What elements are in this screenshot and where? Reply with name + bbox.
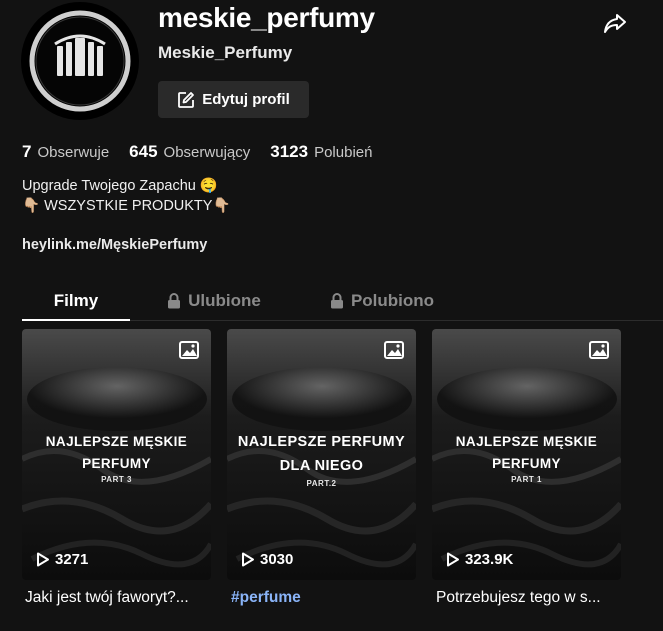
photo-icon: [179, 341, 199, 359]
video-part: PART.2: [306, 479, 337, 488]
video-title-line: PERFUMY: [492, 456, 561, 471]
stat-label: Polubień: [314, 144, 373, 161]
video-title-line: NAJLEPSZE PERFUMY: [237, 434, 406, 450]
edit-icon: [178, 91, 195, 108]
stat-label: Obserwujący: [163, 144, 251, 161]
profile-link[interactable]: heylink.me/MęskiePerfumy: [22, 237, 207, 253]
edit-profile-button[interactable]: Edytuj profil: [158, 81, 309, 118]
edit-profile-label: Edytuj profil: [202, 91, 290, 108]
logo-icon: [22, 3, 138, 119]
stats-row: 7 Obserwuje 645 Obserwujący 3123 Polubie…: [22, 142, 392, 162]
play-icon: [37, 552, 49, 567]
stat-value: 7: [22, 142, 32, 161]
view-count-value: 323.9K: [465, 551, 514, 568]
tab-ulubione[interactable]: Ulubione: [162, 282, 266, 320]
stat-label: Obserwuje: [37, 144, 110, 161]
video-caption[interactable]: #perfume: [231, 589, 420, 607]
stat-following[interactable]: 7 Obserwuje: [22, 142, 109, 162]
play-icon: [447, 552, 459, 567]
video-card[interactable]: NAJLEPSZE MĘSKIE PERFUMY PART 3 3271: [22, 329, 211, 580]
video-title-line: DLA NIEGO: [279, 458, 364, 474]
play-icon: [242, 552, 254, 567]
view-count: 3030: [241, 551, 293, 568]
photo-icon: [589, 341, 609, 359]
username: meskie_perfumy: [158, 2, 375, 33]
video-card[interactable]: NAJLEPSZE PERFUMY DLA NIEGO PART.2 3030: [227, 329, 416, 580]
profile-tabs: Filmy Ulubione Polubiono: [22, 282, 663, 321]
nickname: Meskie_Perfumy: [158, 43, 293, 62]
video-part: PART 1: [511, 475, 542, 484]
stat-value: 3123: [270, 142, 309, 161]
lock-icon: [168, 293, 181, 309]
view-count: 323.9K: [446, 551, 513, 568]
lock-icon: [330, 293, 343, 309]
tab-label: Ulubione: [188, 291, 261, 310]
view-count: 3271: [36, 551, 88, 568]
stat-likes: 3123 Polubień: [270, 142, 372, 162]
share-icon[interactable]: [602, 10, 628, 36]
video-part: PART 3: [101, 475, 132, 484]
tab-label: Filmy: [53, 291, 99, 310]
video-title-line: NAJLEPSZE MĘSKIE: [455, 434, 598, 449]
video-caption[interactable]: Jaki jest twój faworyt?...: [25, 589, 214, 607]
stat-followers[interactable]: 645 Obserwujący: [129, 142, 250, 162]
video-title-line: PERFUMY: [82, 456, 151, 471]
tab-polubiono[interactable]: Polubiono: [326, 282, 438, 320]
view-count-value: 3030: [260, 551, 294, 568]
bio: Upgrade Twojego Zapachu 🤤 👇🏼 WSZYSTKIE P…: [22, 176, 231, 216]
stat-value: 645: [129, 142, 158, 161]
video-card[interactable]: NAJLEPSZE MĘSKIE PERFUMY PART 1 323.9K: [432, 329, 621, 580]
avatar[interactable]: [21, 2, 139, 120]
photo-icon: [384, 341, 404, 359]
view-count-value: 3271: [55, 551, 89, 568]
bio-line: Upgrade Twojego Zapachu 🤤: [22, 178, 218, 194]
bio-line: 👇🏼 WSZYSTKIE PRODUKTY👇🏼: [22, 198, 231, 214]
video-title-line: NAJLEPSZE MĘSKIE: [45, 434, 188, 449]
video-caption[interactable]: Potrzebujesz tego w s...: [436, 589, 625, 607]
tab-label: Polubiono: [350, 291, 435, 310]
tab-filmy[interactable]: Filmy: [22, 282, 130, 321]
